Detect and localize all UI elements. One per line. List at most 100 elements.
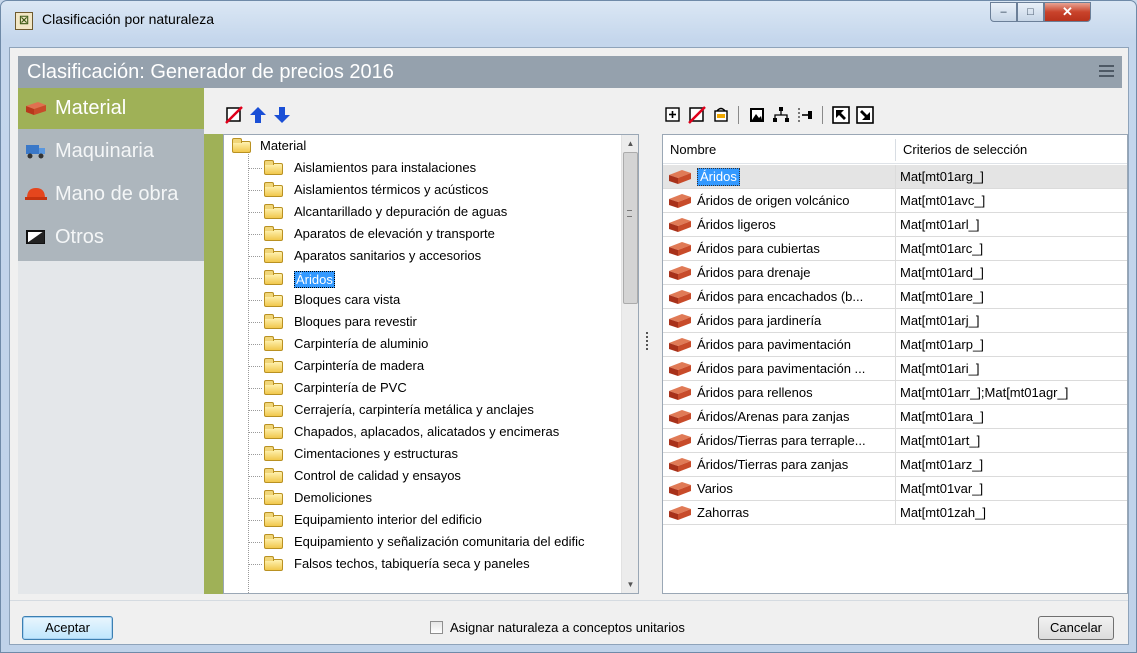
maximize-button[interactable]: □ (1017, 2, 1044, 22)
tree-item[interactable]: Aislamientos térmicos y acústicos (224, 179, 619, 201)
tree-scrollbar[interactable]: ▲ ▼ (621, 135, 638, 593)
folder-icon (264, 402, 283, 417)
pane-splitter[interactable] (646, 332, 649, 350)
edit-icon[interactable] (712, 106, 730, 124)
cancel-button[interactable]: Cancelar (1038, 616, 1114, 640)
grid-cell-name[interactable]: Áridos para pavimentación ... (697, 357, 893, 380)
grid-row[interactable]: Zahorras Mat[mt01zah_] (663, 501, 1127, 525)
grid-cell-criteria[interactable]: Mat[mt01ard_] (900, 261, 1125, 284)
insert-column-icon[interactable] (796, 106, 814, 124)
category-material[interactable]: Material (18, 88, 204, 129)
tree-item[interactable]: Cerrajería, carpintería metálica y ancla… (224, 399, 619, 421)
grid-cell-criteria[interactable]: Mat[mt01ari_] (900, 357, 1125, 380)
category-maquinaria[interactable]: Maquinaria (18, 131, 204, 172)
grid-row[interactable]: Áridos para cubiertas Mat[mt01arc_] (663, 237, 1127, 261)
accept-button[interactable]: Aceptar (22, 616, 113, 640)
grid-cell-criteria[interactable]: Mat[mt01art_] (900, 429, 1125, 452)
grid-cell-name[interactable]: Áridos (697, 165, 893, 188)
close-button[interactable]: ✕ (1044, 2, 1091, 22)
move-down-icon[interactable] (273, 106, 291, 124)
grid-row[interactable]: Áridos para rellenos Mat[mt01arr_];Mat[mt… (663, 381, 1127, 405)
tree-item[interactable]: Falsos techos, tabiquería seca y paneles (224, 553, 619, 575)
grid-cell-criteria[interactable]: Mat[mt01arj_] (900, 309, 1125, 332)
grid-cell-name[interactable]: Áridos para encachados (b... (697, 285, 893, 308)
grid-cell-name[interactable]: Áridos/Tierras para zanjas (697, 453, 893, 476)
grid-row[interactable]: Áridos ligeros Mat[mt01arl_] (663, 213, 1127, 237)
grid-cell-name[interactable]: Varios (697, 477, 893, 500)
grid-row[interactable]: Áridos para jardinería Mat[mt01arj_] (663, 309, 1127, 333)
grid-row[interactable]: Áridos para pavimentación ... Mat[mt01ari… (663, 357, 1127, 381)
tree-item[interactable]: Alcantarillado y depuración de aguas (224, 201, 619, 223)
category-tree[interactable]: Material Aislamientos para instalaciones… (223, 134, 639, 594)
grid-cell-name[interactable]: Áridos/Arenas para zanjas (697, 405, 893, 428)
grid-cell-name[interactable]: Zahorras (697, 501, 893, 524)
tree-item[interactable]: Carpintería de PVC (224, 377, 619, 399)
grid-cell-criteria[interactable]: Mat[mt01arr_];Mat[mt01agr_] (900, 381, 1125, 404)
scroll-thumb[interactable] (623, 152, 638, 304)
tree-item[interactable]: Equipamiento y señalización comunitaria … (224, 531, 619, 553)
grid-cell-name[interactable]: Áridos de origen volcánico (697, 189, 893, 212)
grid-cell-name[interactable]: Áridos para rellenos (697, 381, 893, 404)
tree-item[interactable]: Chapados, aplacados, alicatados y encime… (224, 421, 619, 443)
grid-cell-criteria[interactable]: Mat[mt01arp_] (900, 333, 1125, 356)
collapse-icon[interactable] (856, 106, 874, 124)
grid-cell-name[interactable]: Áridos para cubiertas (697, 237, 893, 260)
column-header-nombre[interactable]: Nombre (663, 135, 895, 164)
grid-cell-name-text: Zahorras (697, 505, 750, 520)
add-row-icon[interactable] (664, 106, 682, 124)
grid-cell-name[interactable]: Áridos para jardinería (697, 309, 893, 332)
grid-cell-criteria[interactable]: Mat[mt01ara_] (900, 405, 1125, 428)
category-mano-de-obra[interactable]: Mano de obra (18, 174, 204, 215)
criteria-grid[interactable]: Nombre Criterios de selección Áridos Mat[… (662, 134, 1128, 594)
scroll-up-arrow-icon[interactable]: ▲ (622, 135, 638, 152)
delete-row-icon[interactable] (688, 106, 706, 124)
grid-cell-criteria[interactable]: Mat[mt01are_] (900, 285, 1125, 308)
category-otros[interactable]: Otros (18, 217, 204, 258)
tree-item[interactable]: Bloques para revestir (224, 311, 619, 333)
tree-item[interactable]: Aislamientos para instalaciones (224, 157, 619, 179)
grid-row[interactable]: Varios Mat[mt01var_] (663, 477, 1127, 501)
grid-cell-name[interactable]: Áridos ligeros (697, 213, 893, 236)
hamburger-menu-icon[interactable] (1099, 65, 1114, 78)
tree-structure-icon[interactable] (772, 106, 790, 124)
grid-cell-criteria[interactable]: Mat[mt01arg_] (900, 165, 1125, 188)
grid-row[interactable]: Áridos/Arenas para zanjas Mat[mt01ara_] (663, 405, 1127, 429)
tree-item-label: Cimentaciones y estructuras (294, 446, 459, 461)
grid-row[interactable]: Áridos/Tierras para zanjas Mat[mt01arz_] (663, 453, 1127, 477)
grid-cell-criteria[interactable]: Mat[mt01arl_] (900, 213, 1125, 236)
grid-row[interactable]: Áridos Mat[mt01arg_] (663, 165, 1127, 189)
tree-item[interactable]: Áridos (224, 267, 619, 289)
tree-item[interactable]: Demoliciones (224, 487, 619, 509)
grid-row[interactable]: Áridos para drenaje Mat[mt01ard_] (663, 261, 1127, 285)
move-up-icon[interactable] (249, 106, 267, 124)
grid-cell-criteria[interactable]: Mat[mt01arz_] (900, 453, 1125, 476)
tree-item[interactable]: Carpintería de madera (224, 355, 619, 377)
grid-row[interactable]: Áridos/Tierras para terraple... Mat[mt01a… (663, 429, 1127, 453)
expand-icon[interactable] (832, 106, 850, 124)
image-icon[interactable] (748, 106, 766, 124)
grid-cell-name[interactable]: Áridos/Tierras para terraple... (697, 429, 893, 452)
tree-item[interactable]: Carpintería de aluminio (224, 333, 619, 355)
tree-item[interactable]: Aparatos de elevación y transporte (224, 223, 619, 245)
folder-icon (264, 270, 283, 285)
tree-item[interactable]: Aparatos sanitarios y accesorios (224, 245, 619, 267)
grid-cell-criteria[interactable]: Mat[mt01arc_] (900, 237, 1125, 260)
tree-item[interactable]: Cimentaciones y estructuras (224, 443, 619, 465)
grid-row[interactable]: Áridos para encachados (b... Mat[mt01are_… (663, 285, 1127, 309)
grid-cell-criteria[interactable]: Mat[mt01zah_] (900, 501, 1125, 524)
delete-icon[interactable] (225, 106, 243, 124)
scroll-down-arrow-icon[interactable]: ▼ (622, 576, 638, 593)
grid-row[interactable]: Áridos para pavimentación Mat[mt01arp_] (663, 333, 1127, 357)
tree-item[interactable]: Control de calidad y ensayos (224, 465, 619, 487)
tree-item[interactable]: Bloques cara vista (224, 289, 619, 311)
minimize-button[interactable]: – (990, 2, 1017, 22)
grid-cell-name[interactable]: Áridos para pavimentación (697, 333, 893, 356)
grid-cell-criteria[interactable]: Mat[mt01avc_] (900, 189, 1125, 212)
grid-cell-criteria[interactable]: Mat[mt01var_] (900, 477, 1125, 500)
checkbox-box[interactable] (430, 621, 443, 634)
grid-row[interactable]: Áridos de origen volcánico Mat[mt01avc_] (663, 189, 1127, 213)
tree-item[interactable]: Equipamiento interior del edificio (224, 509, 619, 531)
column-header-criterios[interactable]: Criterios de selección (896, 135, 1127, 164)
grid-cell-name[interactable]: Áridos para drenaje (697, 261, 893, 284)
title-bar[interactable]: ☒ Clasificación por naturaleza – □ ✕ (1, 1, 1136, 47)
